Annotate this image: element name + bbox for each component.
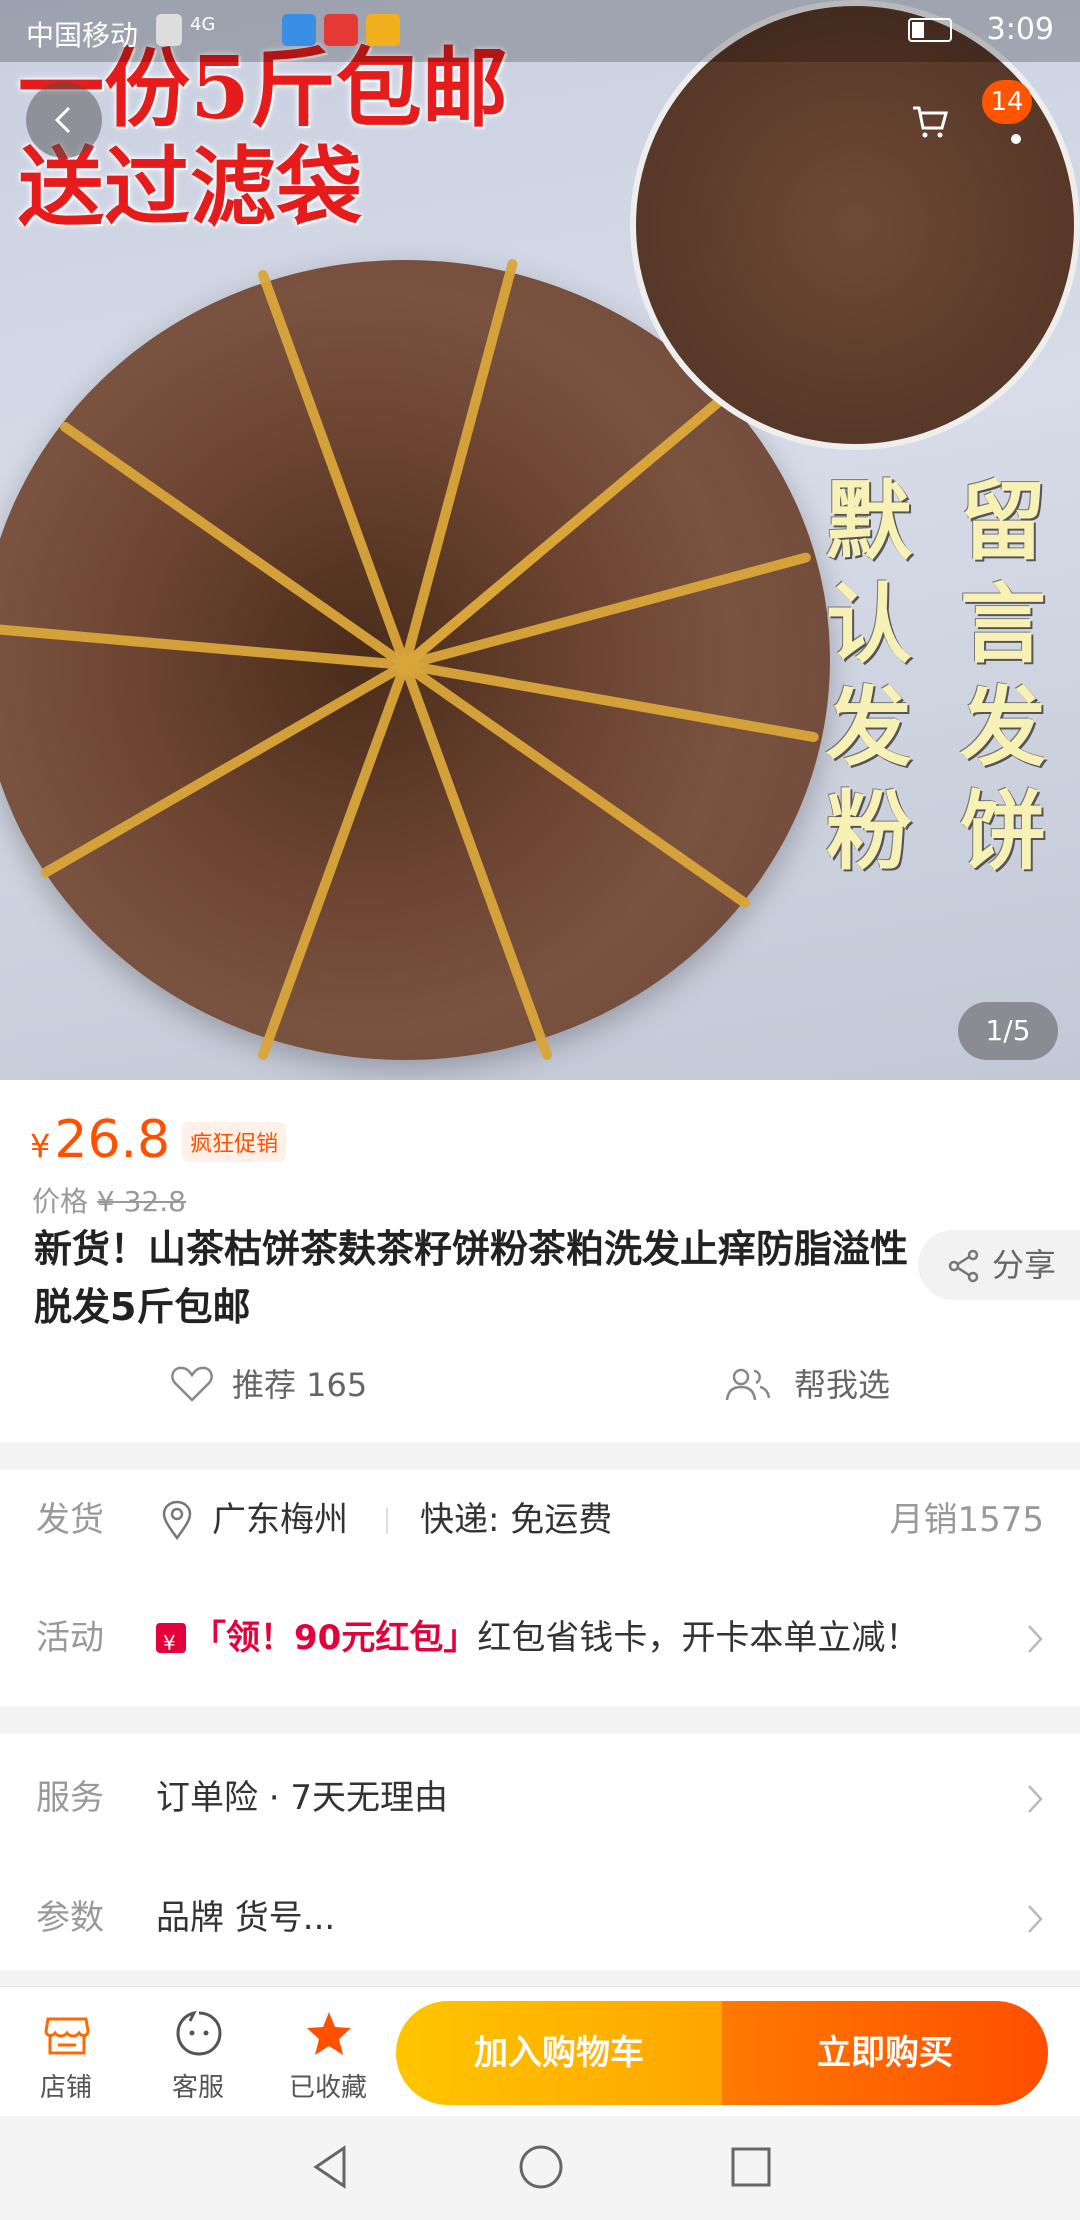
red-packet-highlight: 「领！90元红包」 [192,1618,478,1658]
service-params-card: 服务 订单险 · 7天无理由 参数 品牌 货号... [0,1734,1080,1970]
product-title: 新货！山茶枯饼茶麸茶籽饼粉茶粕洗发止痒防脂溢性脱发5斤包邮 [34,1227,909,1329]
express-fee: 快递: 免运费 [420,1500,613,1540]
store-label: 店铺 [39,2073,92,2103]
bottom-action-bar: 店铺 客服 已收藏 加入购物车 立即购买 [0,1986,1080,2117]
more-menu-icon[interactable] [1011,134,1021,144]
share-icon [948,1249,979,1283]
nav-recents-icon[interactable] [726,2142,776,2192]
share-button[interactable]: 分享 [918,1230,1080,1300]
back-button[interactable] [26,82,102,158]
service-row[interactable]: 服务 订单险 · 7天无理由 [0,1748,1080,1848]
cart-button[interactable] [890,82,966,158]
customer-service-label: 客服 [171,2073,224,2103]
params-value: 品牌 货号... [156,1898,336,1938]
image-side-text: 默 认 发 粉 [826,471,912,882]
divider [386,1508,388,1534]
battery-icon [908,18,952,42]
nav-home-icon[interactable] [516,2142,566,2192]
shipping-activity-card: 发货 广东梅州 快递: 免运费 月销1575 活动 「领！90元红包」红包省钱卡… [0,1470,1080,1706]
clock: 3:09 [986,12,1054,47]
activity-row[interactable]: 活动 「领！90元红包」红包省钱卡，开卡本单立减！ [0,1588,1080,1693]
price-row: ¥26.8 疯狂促销 [30,1110,287,1170]
chevron-left-icon [54,106,71,134]
image-side-text: 留 言 发 饼 [960,471,1046,882]
chevron-right-icon [1028,1905,1043,1933]
buy-now-button[interactable]: 立即购买 [722,2001,1048,2105]
promo-tag: 疯狂促销 [182,1122,287,1162]
people-icon [725,1368,771,1401]
app-notification-icon [282,14,316,46]
app-notification-icon [366,14,400,46]
activity-text: 红包省钱卡，开卡本单立减！ [477,1618,920,1658]
original-price-label: 价格 [32,1185,89,1218]
app-notification-icon [324,14,358,46]
params-label: 参数 [36,1898,104,1938]
favorite-tab[interactable]: 已收藏 [268,1987,388,2117]
shipping-row: 发货 广东梅州 快递: 免运费 月销1575 [0,1470,1080,1570]
red-packet-icon [156,1593,186,1693]
add-to-cart-button[interactable]: 加入购物车 [396,2001,722,2105]
system-navigation-bar [0,2116,1080,2220]
original-price-row: 价格 ¥ 32.8 [32,1180,186,1220]
action-row: 推荐 165 帮我选 [0,1350,1080,1420]
favorite-label: 已收藏 [288,2073,367,2103]
image-pager: 1/5 [958,1002,1058,1060]
current-price: 26.8 [54,1110,171,1170]
params-row[interactable]: 参数 品牌 货号... [0,1868,1080,1968]
store-icon [44,2017,90,2055]
help-choose-label: 帮我选 [794,1366,891,1404]
nav-back-icon[interactable] [306,2142,356,2192]
currency-symbol: ¥ [30,1127,51,1165]
chevron-right-icon [1028,1625,1043,1653]
service-value: 订单险 · 7天无理由 [156,1778,449,1818]
hd-icon [156,14,182,46]
product-info-card: ¥26.8 疯狂促销 价格 ¥ 32.8 新货！山茶枯饼茶麸茶籽饼粉茶粕洗发止痒防… [0,1080,1080,1442]
product-image-carousel[interactable]: 一份5斤包邮 送过滤袋 默 认 发 粉 留 言 发 饼 14 1/5 [0,0,1080,1080]
monthly-sales: 月销1575 [889,1500,1044,1540]
share-label: 分享 [992,1246,1057,1284]
carrier-name: 中国移动 [26,19,139,52]
customer-service-tab[interactable]: 客服 [138,1987,258,2117]
cart-count-badge: 14 [982,80,1032,124]
location-pin-icon [162,1500,192,1540]
original-price: ¥ 32.8 [96,1185,186,1218]
ship-from-location: 广东梅州 [212,1500,348,1540]
customer-service-icon [176,2010,222,2056]
service-label: 服务 [36,1778,104,1818]
heart-icon [171,1366,213,1402]
store-tab[interactable]: 店铺 [6,1987,126,2117]
recommend-label: 推荐 165 [232,1366,368,1404]
star-filled-icon [307,2012,351,2055]
status-bar: 中国移动 4G 3:09 [0,0,1080,62]
powder-closeup-photo [630,0,1080,450]
shipping-label: 发货 [36,1500,104,1540]
activity-label: 活动 [36,1618,104,1658]
cart-icon [913,106,948,138]
chevron-right-icon [1028,1785,1043,1813]
activity-value: 「领！90元红包」红包省钱卡，开卡本单立减！ [156,1588,920,1693]
signal-icon: 4G [190,14,216,35]
